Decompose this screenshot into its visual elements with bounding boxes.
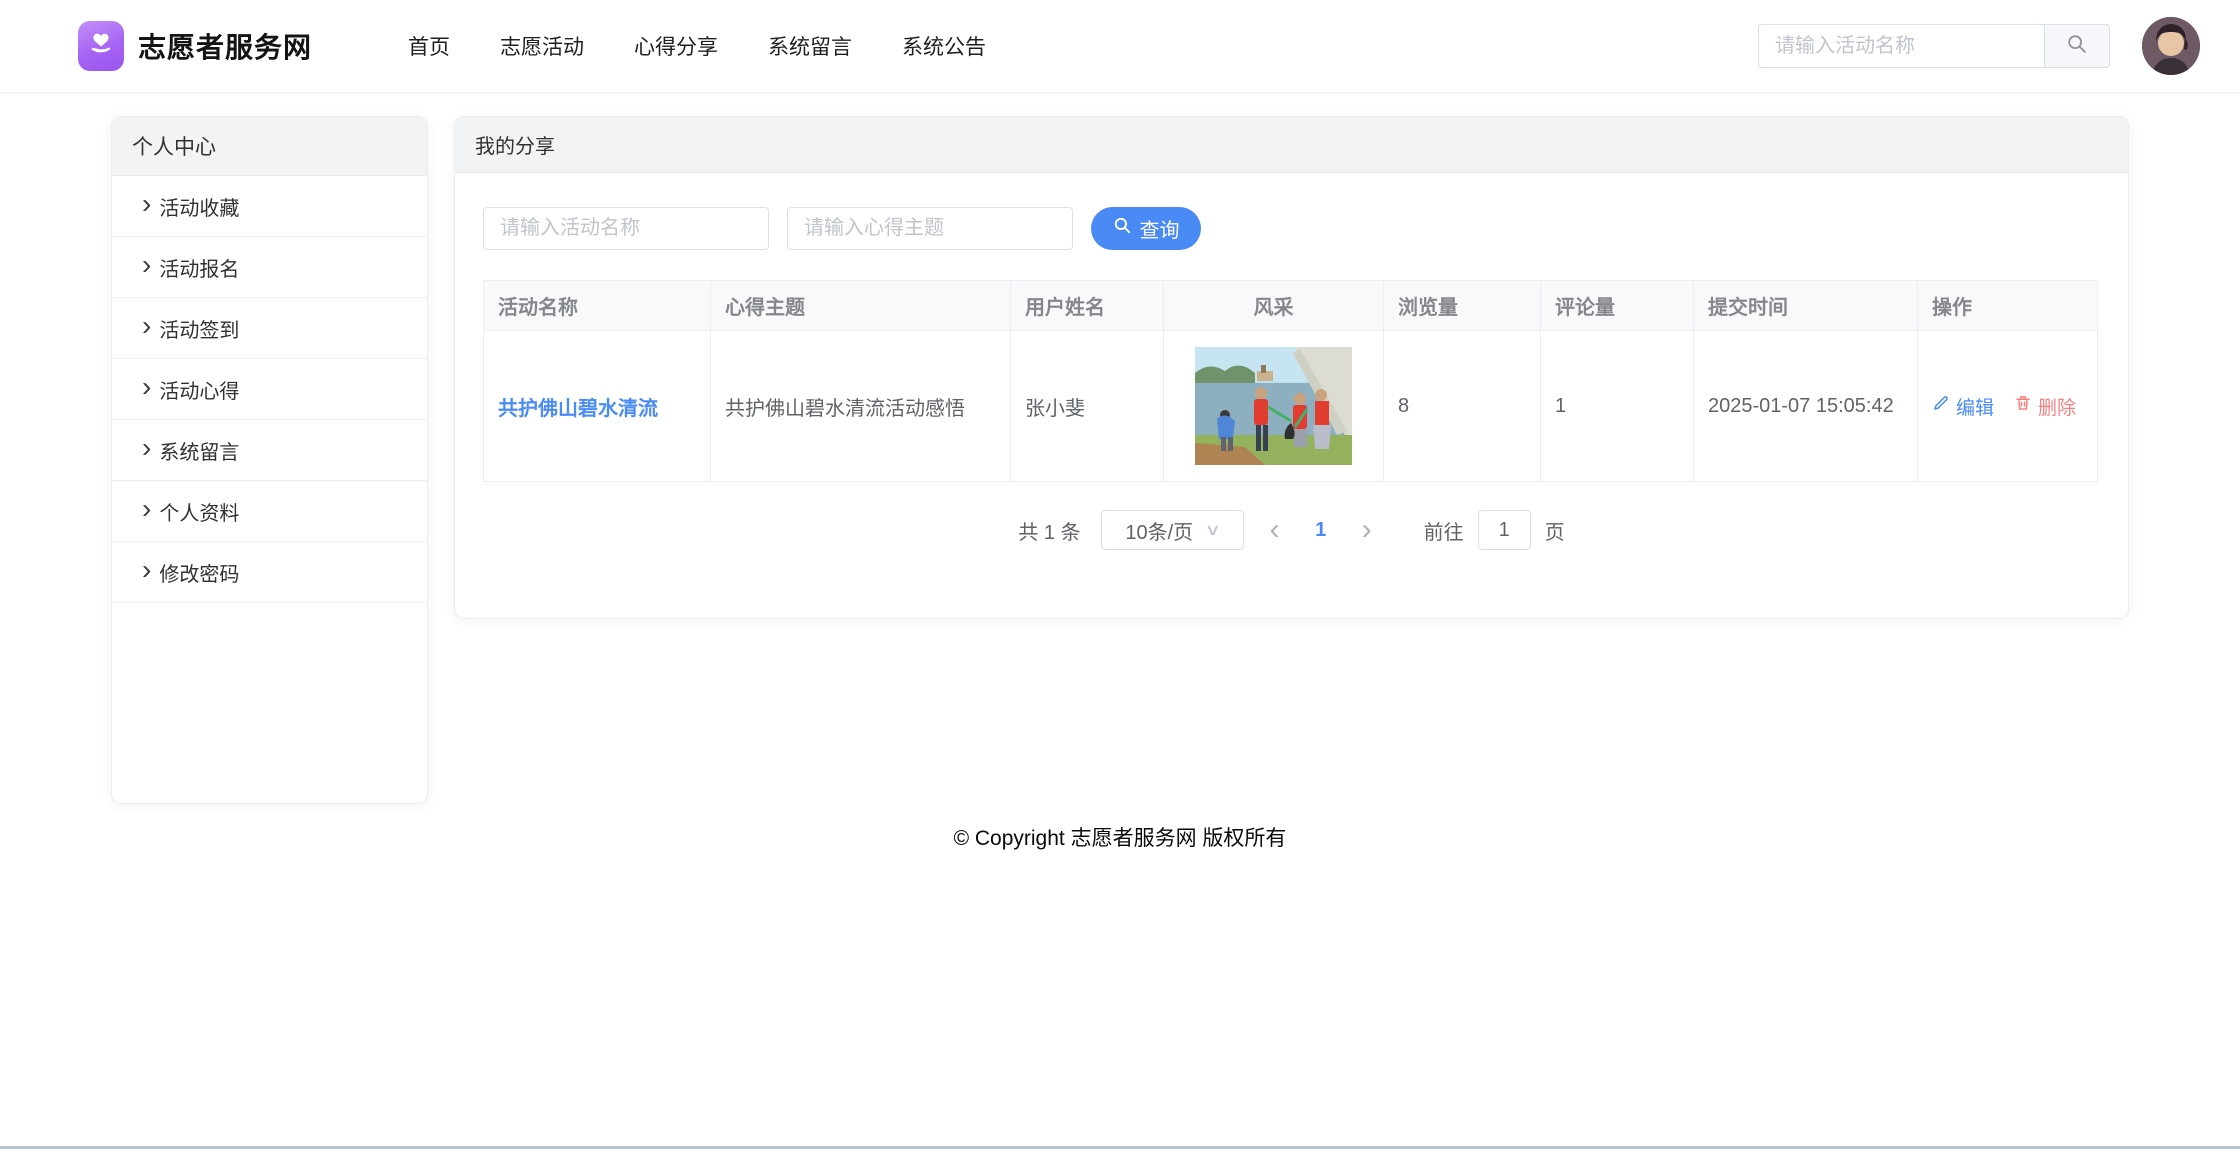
site-title: 志愿者服务网 — [138, 32, 313, 63]
chevron-right-icon: › — [142, 249, 152, 280]
views-cell: 8 — [1383, 330, 1541, 482]
personal-center-sidebar: 个人中心 › 活动收藏 › 活动报名 › 活动签到 › 活动心得 › 系统留言 … — [111, 116, 428, 804]
experience-topic-filter-input[interactable] — [787, 207, 1073, 250]
chevron-right-icon: › — [142, 371, 152, 402]
table-header-row: 活动名称 心得主题 用户姓名 风采 浏览量 评论量 提交时间 操作 — [483, 280, 2098, 331]
goto-page-input[interactable] — [1477, 510, 1531, 550]
sidebar-item-activity-experience[interactable]: › 活动心得 — [112, 359, 427, 420]
activity-name-filter-input[interactable] — [483, 207, 769, 250]
col-actions: 操作 — [1917, 280, 2098, 331]
table-row: 共护佛山碧水清流 共护佛山碧水清流活动感悟 张小斐 8 1 2025-01-07… — [483, 330, 2098, 482]
sidebar-item-label: 个人资料 — [159, 502, 240, 525]
topic-cell: 共护佛山碧水清流活动感悟 — [710, 330, 1011, 482]
nav-activities[interactable]: 志愿活动 — [500, 31, 584, 61]
copyright-footer: © Copyright 志愿者服务网 版权所有 — [953, 827, 1287, 850]
heart-hand-icon — [86, 29, 116, 64]
panel-body: 查询 活动名称 心得主题 用户姓名 风采 浏览量 评论量 提交时 — [455, 173, 2128, 550]
page-unit-label: 页 — [1544, 521, 1565, 544]
col-views: 浏览量 — [1383, 280, 1541, 331]
sidebar-title: 个人中心 — [112, 117, 427, 176]
sidebar-item-label: 系统留言 — [159, 441, 240, 464]
top-navigation-bar: 志愿者服务网 首页 志愿活动 心得分享 系统留言 系统公告 — [0, 0, 2240, 93]
goto-label: 前往 — [1423, 521, 1464, 544]
chevron-down-icon: ∨ — [1204, 522, 1222, 539]
page-size-value: 10条/页 — [1125, 521, 1194, 544]
trash-icon — [2014, 394, 2032, 418]
sidebar-item-activity-checkin[interactable]: › 活动签到 — [112, 298, 427, 359]
sidebar-item-activity-favorites[interactable]: › 活动收藏 — [112, 176, 427, 237]
chevron-right-icon: › — [142, 493, 152, 524]
filter-bar: 查询 — [483, 207, 2100, 250]
sidebar-item-change-password[interactable]: › 修改密码 — [112, 542, 427, 603]
header-search-button[interactable] — [2044, 24, 2110, 68]
header-search-input[interactable] — [1758, 24, 2044, 68]
activity-name-link[interactable]: 共护佛山碧水清流 — [483, 330, 711, 482]
pencil-icon — [1932, 394, 1950, 418]
chevron-right-icon: › — [142, 432, 152, 463]
photo-cell — [1163, 330, 1384, 482]
pagination: 共 1 条 10条/页 ∨ ‹ 1 › 前往 页 — [483, 510, 2100, 550]
user-name-cell: 张小斐 — [1010, 330, 1164, 482]
brand-logo — [78, 21, 124, 71]
sidebar-item-label: 修改密码 — [159, 563, 240, 586]
comments-cell: 1 — [1540, 330, 1694, 482]
page-size-select[interactable]: 10条/页 ∨ — [1100, 510, 1244, 550]
panel-title: 我的分享 — [455, 117, 2128, 173]
chevron-right-icon: › — [142, 310, 152, 341]
nav-announcements[interactable]: 系统公告 — [902, 31, 986, 61]
chevron-right-icon: › — [142, 188, 152, 219]
sidebar-item-system-messages[interactable]: › 系统留言 — [112, 420, 427, 481]
query-button[interactable]: 查询 — [1091, 207, 1201, 250]
current-page-number[interactable]: 1 — [1306, 519, 1336, 542]
my-shares-panel: 我的分享 查询 — [454, 116, 2129, 619]
col-photo: 风采 — [1163, 280, 1384, 331]
activity-photo[interactable] — [1195, 347, 1352, 465]
search-icon — [1113, 216, 1132, 241]
delete-button[interactable]: 删除 — [2014, 393, 2076, 420]
page-content: 个人中心 › 活动收藏 › 活动报名 › 活动签到 › 活动心得 › 系统留言 … — [0, 93, 2240, 804]
edit-button[interactable]: 编辑 — [1932, 393, 1994, 420]
nav-messages[interactable]: 系统留言 — [768, 31, 852, 61]
col-comments: 评论量 — [1540, 280, 1694, 331]
sidebar-item-label: 活动心得 — [159, 380, 240, 403]
chevron-right-icon: › — [142, 554, 152, 585]
main-nav: 首页 志愿活动 心得分享 系统留言 系统公告 — [408, 31, 986, 61]
prev-page-button[interactable]: ‹ — [1258, 515, 1292, 545]
actions-cell: 编辑 删除 — [1917, 330, 2098, 482]
nav-home[interactable]: 首页 — [408, 31, 450, 61]
delete-label: 删除 — [2038, 397, 2077, 419]
col-activity-name: 活动名称 — [483, 280, 711, 331]
submit-time-cell: 2025-01-07 15:05:42 — [1693, 330, 1918, 482]
next-page-button[interactable]: › — [1350, 515, 1384, 545]
col-submit-time: 提交时间 — [1693, 280, 1918, 331]
user-avatar[interactable] — [2142, 17, 2200, 75]
search-icon — [2066, 33, 2088, 60]
nav-experience-share[interactable]: 心得分享 — [634, 31, 718, 61]
sidebar-item-profile[interactable]: › 个人资料 — [112, 481, 427, 542]
shares-table: 活动名称 心得主题 用户姓名 风采 浏览量 评论量 提交时间 操作 共护佛山碧水… — [483, 280, 2098, 482]
sidebar-item-activity-signup[interactable]: › 活动报名 — [112, 237, 427, 298]
sidebar-item-label: 活动签到 — [159, 319, 240, 342]
sidebar-item-label: 活动报名 — [159, 258, 240, 281]
col-topic: 心得主题 — [710, 280, 1011, 331]
col-user-name: 用户姓名 — [1010, 280, 1164, 331]
sidebar-item-label: 活动收藏 — [159, 197, 240, 220]
edit-label: 编辑 — [1956, 397, 1995, 419]
pagination-total: 共 1 条 — [1018, 521, 1081, 544]
query-button-label: 查询 — [1139, 220, 1180, 242]
header-search-group — [1758, 24, 2110, 68]
